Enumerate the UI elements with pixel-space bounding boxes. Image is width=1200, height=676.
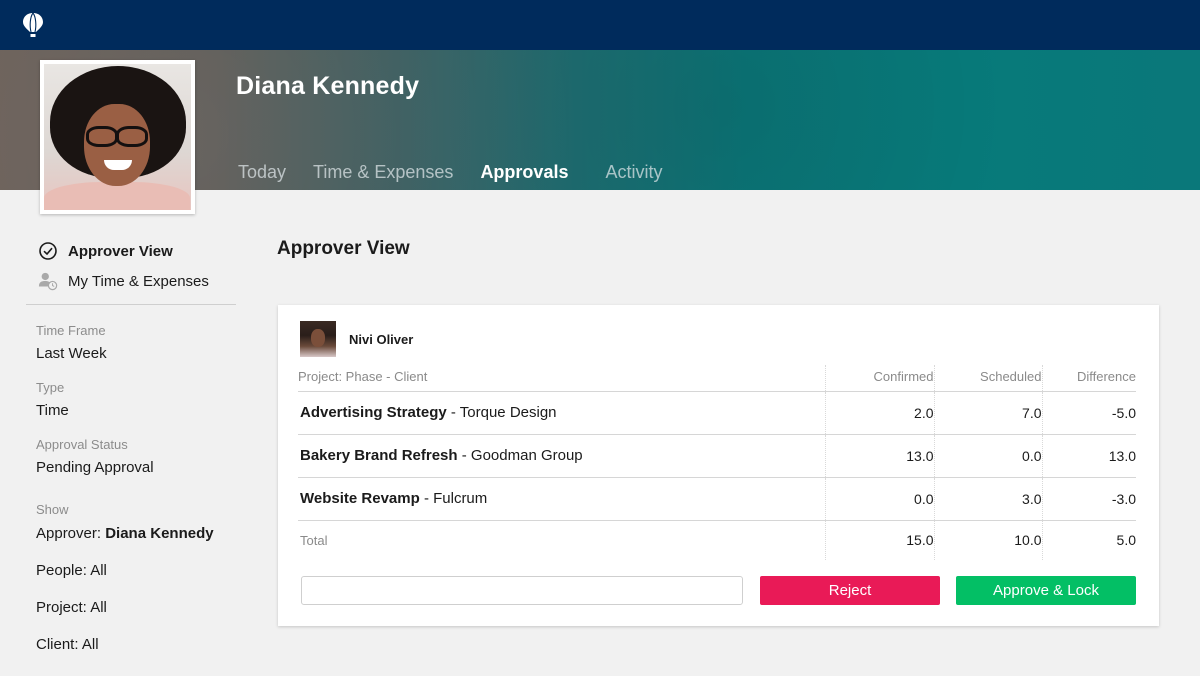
client-name: - Torque Design: [450, 404, 557, 421]
filter-approval-status: Approval Status Pending Approval: [26, 437, 236, 476]
column-header-confirmed: Confirmed: [824, 365, 934, 392]
table-row: Bakery Brand Refresh - Goodman Group 13.…: [298, 434, 1136, 478]
filter-label: Show: [36, 502, 69, 517]
person-name: Nivi Oliver: [349, 331, 414, 347]
client-name: - Goodman Group: [461, 447, 583, 464]
scheduled-cell: 7.0: [933, 391, 1042, 435]
confirmed-cell: 13.0: [824, 434, 934, 478]
tab-approvals[interactable]: Approvals: [480, 162, 568, 183]
difference-cell: 13.0: [1041, 434, 1136, 478]
project-name: Advertising Strategy: [300, 404, 447, 421]
difference-cell: -3.0: [1041, 477, 1136, 521]
table-header-row: Project: Phase - Client Confirmed Schedu…: [298, 365, 1136, 392]
total-difference: 5.0: [1041, 520, 1136, 560]
profile-avatar[interactable]: [40, 60, 195, 214]
tab-time-expenses[interactable]: Time & Expenses: [313, 162, 453, 183]
tab-today[interactable]: Today: [238, 162, 286, 183]
project-name: Website Revamp: [300, 490, 420, 507]
total-scheduled: 10.0: [933, 520, 1042, 560]
table-row: Website Revamp - Fulcrum 0.0 3.0 -3.0: [298, 477, 1136, 521]
scheduled-cell: 0.0: [933, 434, 1042, 478]
top-bar: [0, 0, 1200, 50]
project-cell: Bakery Brand Refresh - Goodman Group: [298, 434, 825, 478]
show-approver-prefix: Approver:: [36, 525, 102, 542]
hot-air-balloon-icon[interactable]: [22, 12, 44, 38]
difference-cell: -5.0: [1041, 391, 1136, 435]
approval-status-select[interactable]: Pending Approval: [36, 459, 236, 476]
project-cell: Website Revamp - Fulcrum: [298, 477, 825, 521]
approval-card: Nivi Oliver Project: Phase - Client Conf…: [278, 305, 1159, 626]
filter-label: Time Frame: [36, 323, 106, 338]
filter-type: Type Time: [26, 380, 236, 419]
time-frame-select[interactable]: Last Week: [36, 345, 236, 362]
show-client[interactable]: Client: All: [26, 636, 236, 653]
sidebar-item-my-time-expenses[interactable]: My Time & Expenses: [26, 266, 236, 296]
avatar-photo: [44, 64, 191, 210]
check-circle-icon: [38, 241, 58, 261]
page-title: Approver View: [277, 238, 410, 259]
confirmed-cell: 0.0: [824, 477, 934, 521]
column-header-scheduled: Scheduled: [933, 365, 1042, 392]
show-approver-name: Diana Kennedy: [105, 525, 214, 542]
scheduled-cell: 3.0: [933, 477, 1042, 521]
person-avatar: [300, 321, 336, 357]
column-header-project: Project: Phase - Client: [298, 365, 825, 392]
client-name: - Fulcrum: [423, 490, 488, 507]
type-select[interactable]: Time: [36, 402, 236, 419]
person-header: Nivi Oliver: [300, 321, 413, 357]
filter-label: Approval Status: [36, 437, 128, 452]
total-label: Total: [300, 532, 328, 548]
filter-label: Type: [36, 380, 65, 395]
show-people[interactable]: People: All: [26, 562, 236, 579]
sidebar-item-approver-view[interactable]: Approver View: [26, 236, 236, 266]
show-approver[interactable]: Approver: Diana Kennedy: [26, 525, 236, 542]
table-row: Advertising Strategy - Torque Design 2.0…: [298, 391, 1136, 435]
approvals-table: Project: Phase - Client Confirmed Schedu…: [298, 365, 1136, 560]
main-tabs: Today Time & Expenses Approvals Activity: [238, 162, 689, 183]
sidebar: Approver View My Time & Expenses Time Fr…: [26, 236, 236, 673]
sidebar-item-label: My Time & Expenses: [68, 272, 209, 290]
confirmed-cell: 2.0: [824, 391, 934, 435]
approve-lock-button[interactable]: Approve & Lock: [956, 576, 1136, 605]
profile-name: Diana Kennedy: [236, 72, 420, 100]
sidebar-divider: [26, 304, 236, 305]
project-cell: Advertising Strategy - Torque Design: [298, 391, 825, 435]
reject-button[interactable]: Reject: [760, 576, 940, 605]
total-row: Total 15.0 10.0 5.0: [298, 520, 1136, 560]
sidebar-item-label: Approver View: [68, 242, 173, 260]
show-project[interactable]: Project: All: [26, 599, 236, 616]
column-header-difference: Difference: [1041, 365, 1136, 392]
project-name: Bakery Brand Refresh: [300, 447, 458, 464]
person-clock-icon: [38, 271, 58, 291]
comment-input[interactable]: [301, 576, 743, 605]
total-confirmed: 15.0: [824, 520, 934, 560]
filter-time-frame: Time Frame Last Week: [26, 323, 236, 362]
tab-activity[interactable]: Activity: [605, 162, 662, 183]
filter-show: Show: [26, 502, 236, 517]
